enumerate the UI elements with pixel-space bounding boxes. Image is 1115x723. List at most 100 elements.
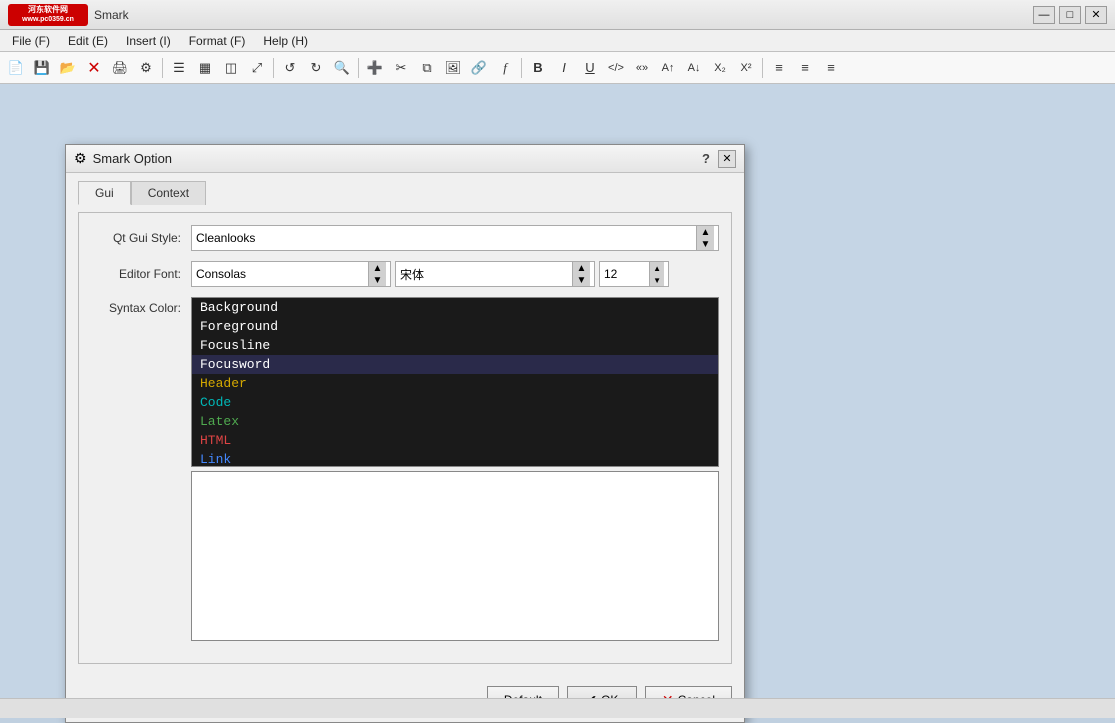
syntax-focusword[interactable]: Focusword [192, 355, 718, 374]
gui-style-arrow[interactable]: ▲ ▼ [696, 226, 714, 250]
minimize-button[interactable]: — [1033, 6, 1055, 24]
tb-fullscreen[interactable]: ⤢ [245, 56, 269, 80]
font-size-up[interactable]: ▲ [650, 262, 664, 274]
tb-undo[interactable]: ↺ [278, 56, 302, 80]
menu-file[interactable]: File (F) [4, 32, 58, 50]
tb-sup[interactable]: X² [734, 56, 758, 80]
tb-link[interactable]: 🔗 [467, 56, 491, 80]
status-bar [0, 698, 1115, 718]
syntax-color-list[interactable]: Background Foreground Focusline Focuswor… [191, 297, 719, 467]
smark-option-dialog: ⚙ Smark Option ? ✕ Gui Context [65, 144, 745, 723]
tb-align-center[interactable]: ≡ [793, 56, 817, 80]
menu-format[interactable]: Format (F) [181, 32, 254, 50]
font-select-1[interactable]: Consolas ▲ ▼ [191, 261, 391, 287]
menu-help[interactable]: Help (H) [255, 32, 316, 50]
font-select-2[interactable]: 宋体 ▲ ▼ [395, 261, 595, 287]
syntax-foreground[interactable]: Foreground [192, 317, 718, 336]
title-bar-left: 河东软件网www.pc0359.cn Smark [8, 4, 129, 26]
tb-print[interactable]: 🖨 [108, 56, 132, 80]
tb-cut[interactable]: ✂ [389, 56, 413, 80]
syntax-focusline[interactable]: Focusline [192, 336, 718, 355]
syntax-latex[interactable]: Latex [192, 412, 718, 431]
dialog-overlay: ⚙ Smark Option ? ✕ Gui Context [0, 84, 1115, 698]
tb-font-down[interactable]: A↓ [682, 56, 706, 80]
tb-settings[interactable]: ⚙ [134, 56, 158, 80]
tb-underline[interactable]: U [578, 56, 602, 80]
gui-style-label: Qt Gui Style: [91, 231, 191, 245]
menu-insert[interactable]: Insert (I) [118, 32, 179, 50]
font-size-arrows[interactable]: ▲ ▼ [649, 262, 664, 286]
font-size-down[interactable]: ▼ [650, 274, 664, 286]
font-name-2: 宋体 [400, 266, 424, 283]
tab-gui[interactable]: Gui [78, 181, 131, 205]
tb-sep-4 [521, 58, 522, 78]
tab-gui-content: Qt Gui Style: Cleanlooks ▲ ▼ [78, 212, 732, 664]
tb-save[interactable]: 💾 [30, 56, 54, 80]
tb-image[interactable]: 🖼 [441, 56, 465, 80]
tb-font-up[interactable]: A↑ [656, 56, 680, 80]
editor-font-row: Editor Font: Consolas ▲ ▼ 宋体 [91, 261, 719, 287]
close-button[interactable]: ✕ [1085, 6, 1107, 24]
menu-edit[interactable]: Edit (E) [60, 32, 116, 50]
font-arrow-1[interactable]: ▲ ▼ [368, 262, 386, 286]
tab-context[interactable]: Context [131, 181, 206, 205]
dialog-app-icon: ⚙ [74, 150, 87, 167]
tb-open[interactable]: 📂 [56, 56, 80, 80]
tb-new[interactable]: 📄 [4, 56, 28, 80]
dialog-content: Gui Context Qt Gui Style: Cleanlooks ▲ [66, 173, 744, 676]
tb-quote[interactable]: «» [630, 56, 654, 80]
tb-sub[interactable]: X₂ [708, 56, 732, 80]
window-controls: — □ ✕ [1033, 6, 1107, 24]
syntax-code[interactable]: Code [192, 393, 718, 412]
tb-bold[interactable]: B [526, 56, 550, 80]
tb-grid[interactable]: ▦ [193, 56, 217, 80]
dialog-tabs: Gui Context [78, 181, 732, 205]
tb-copy[interactable]: ⧉ [415, 56, 439, 80]
tb-panel[interactable]: ◫ [219, 56, 243, 80]
tb-sep-5 [762, 58, 763, 78]
title-bar: 河东软件网www.pc0359.cn Smark — □ ✕ [0, 0, 1115, 30]
syntax-background[interactable]: Background [192, 298, 718, 317]
color-preview-area [191, 471, 719, 641]
tb-align-left[interactable]: ≡ [767, 56, 791, 80]
dialog-title-text: Smark Option [93, 151, 172, 166]
font-size-value: 12 [604, 267, 617, 281]
syntax-color-control: Background Foreground Focusline Focuswor… [191, 297, 719, 641]
tb-add[interactable]: ➕ [363, 56, 387, 80]
maximize-button[interactable]: □ [1059, 6, 1081, 24]
tb-sep-2 [273, 58, 274, 78]
tb-align-right[interactable]: ≡ [819, 56, 843, 80]
app-title: Smark [94, 8, 129, 22]
tb-find[interactable]: 🔍 [330, 56, 354, 80]
app-logo: 河东软件网www.pc0359.cn [8, 4, 88, 26]
tb-table[interactable]: ☰ [167, 56, 191, 80]
gui-style-value: Cleanlooks [196, 231, 255, 245]
gui-style-control: Cleanlooks ▲ ▼ [191, 225, 719, 251]
syntax-color-row: Syntax Color: Background Foreground Focu… [91, 297, 719, 641]
font-name-1: Consolas [196, 267, 246, 281]
font-arrow-2[interactable]: ▲ ▼ [572, 262, 590, 286]
editor-font-control: Consolas ▲ ▼ 宋体 ▲ ▼ [191, 261, 719, 287]
tb-formula[interactable]: f [493, 56, 517, 80]
tb-sep-1 [162, 58, 163, 78]
gui-style-combobox[interactable]: Cleanlooks ▲ ▼ [191, 225, 719, 251]
tb-italic[interactable]: I [552, 56, 576, 80]
font-size-spinbox[interactable]: 12 ▲ ▼ [599, 261, 669, 287]
dialog-close-button[interactable]: ✕ [718, 150, 736, 168]
syntax-link[interactable]: Link [192, 450, 718, 467]
toolbar: 📄 💾 📂 ✕ 🖨 ⚙ ☰ ▦ ◫ ⤢ ↺ ↻ 🔍 ➕ ✂ ⧉ 🖼 🔗 f B … [0, 52, 1115, 84]
dialog-help-button[interactable]: ? [702, 151, 710, 166]
tb-code[interactable]: </> [604, 56, 628, 80]
dialog-title-bar: ⚙ Smark Option ? ✕ [66, 145, 744, 173]
tb-close[interactable]: ✕ [82, 56, 106, 80]
gui-style-row: Qt Gui Style: Cleanlooks ▲ ▼ [91, 225, 719, 251]
tb-redo[interactable]: ↻ [304, 56, 328, 80]
syntax-html[interactable]: HTML [192, 431, 718, 450]
main-area: ⚙ Smark Option ? ✕ Gui Context [0, 84, 1115, 698]
editor-font-label: Editor Font: [91, 267, 191, 281]
dialog-title-left: ⚙ Smark Option [74, 150, 172, 167]
tb-sep-3 [358, 58, 359, 78]
syntax-header[interactable]: Header [192, 374, 718, 393]
menu-bar: File (F) Edit (E) Insert (I) Format (F) … [0, 30, 1115, 52]
syntax-color-label: Syntax Color: [91, 297, 191, 315]
